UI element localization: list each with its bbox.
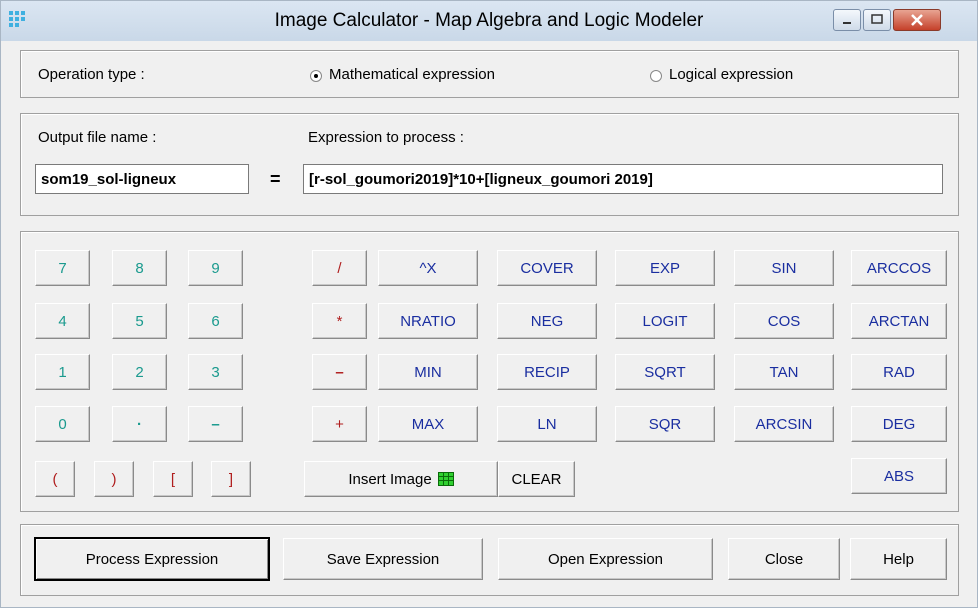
function-rad[interactable]: RAD bbox=[851, 354, 947, 390]
operator-subtract[interactable]: – bbox=[312, 354, 367, 390]
key-6[interactable]: 6 bbox=[188, 303, 243, 339]
function-deg[interactable]: DEG bbox=[851, 406, 947, 442]
operation-type-label: Operation type : bbox=[38, 66, 145, 83]
expression-label: Expression to process : bbox=[308, 129, 464, 146]
insert-image-button[interactable]: Insert Image bbox=[304, 461, 498, 497]
title-bar: Image Calculator - Map Algebra and Logic… bbox=[1, 1, 977, 41]
function-recip[interactable]: RECIP bbox=[497, 354, 597, 390]
logical-expression-radio[interactable] bbox=[650, 70, 662, 82]
equals-sign: = bbox=[270, 169, 281, 189]
function-sqr[interactable]: SQR bbox=[615, 406, 715, 442]
operator-multiply[interactable]: * bbox=[312, 303, 367, 339]
key-5[interactable]: 5 bbox=[112, 303, 167, 339]
save-expression-button[interactable]: Save Expression bbox=[283, 538, 483, 580]
function-neg[interactable]: NEG bbox=[497, 303, 597, 339]
key-4[interactable]: 4 bbox=[35, 303, 90, 339]
help-label: Help bbox=[883, 550, 914, 568]
close-icon bbox=[911, 14, 923, 26]
close-label: Close bbox=[764, 550, 804, 568]
key-close-bracket[interactable]: ] bbox=[211, 461, 251, 497]
open-expression-button[interactable]: Open Expression bbox=[498, 538, 713, 580]
function-abs[interactable]: ABS bbox=[851, 458, 947, 494]
function-arctan[interactable]: ARCTAN bbox=[851, 303, 947, 339]
key-0[interactable]: 0 bbox=[35, 406, 90, 442]
process-expression-button[interactable]: Process Expression bbox=[34, 537, 270, 581]
function-cos[interactable]: COS bbox=[734, 303, 834, 339]
expression-input[interactable]: [r-sol_goumori2019]*10+[ligneux_goumori … bbox=[303, 164, 943, 194]
key-1[interactable]: 1 bbox=[35, 354, 90, 390]
key-open-bracket[interactable]: [ bbox=[153, 461, 193, 497]
key-2[interactable]: 2 bbox=[112, 354, 167, 390]
open-expression-label: Open Expression bbox=[547, 550, 664, 568]
key-7[interactable]: 7 bbox=[35, 250, 90, 286]
function-logit[interactable]: LOGIT bbox=[615, 303, 715, 339]
minimize-icon bbox=[843, 22, 851, 24]
help-button[interactable]: Help bbox=[850, 538, 947, 580]
output-file-input[interactable]: som19_sol-ligneux bbox=[35, 164, 249, 194]
window-title: Image Calculator - Map Algebra and Logic… bbox=[274, 10, 704, 31]
function-exp[interactable]: EXP bbox=[615, 250, 715, 286]
key-decimal[interactable]: · bbox=[112, 406, 167, 442]
function-nratio[interactable]: NRATIO bbox=[378, 303, 478, 339]
maximize-button[interactable] bbox=[863, 9, 891, 31]
key-8[interactable]: 8 bbox=[112, 250, 167, 286]
key-open-paren[interactable]: ( bbox=[35, 461, 75, 497]
image-grid-icon bbox=[437, 472, 454, 486]
key-9[interactable]: 9 bbox=[188, 250, 243, 286]
minimize-button[interactable] bbox=[833, 9, 861, 31]
function-min[interactable]: MIN bbox=[378, 354, 478, 390]
operator-divide[interactable]: / bbox=[312, 250, 367, 286]
function-tan[interactable]: TAN bbox=[734, 354, 834, 390]
save-expression-label: Save Expression bbox=[326, 550, 440, 568]
function-max[interactable]: MAX bbox=[378, 406, 478, 442]
function-cover[interactable]: COVER bbox=[497, 250, 597, 286]
operator-add[interactable]: + bbox=[312, 406, 367, 442]
action-bar: Process Expression Save Expression Open … bbox=[20, 524, 959, 596]
math-expression-radio[interactable] bbox=[310, 70, 322, 82]
function-arcsin[interactable]: ARCSIN bbox=[734, 406, 834, 442]
logical-expression-label[interactable]: Logical expression bbox=[669, 66, 793, 83]
image-calculator-window: Image Calculator - Map Algebra and Logic… bbox=[0, 0, 978, 608]
function-ln[interactable]: LN bbox=[497, 406, 597, 442]
function-sin[interactable]: SIN bbox=[734, 250, 834, 286]
close-window-button[interactable] bbox=[893, 9, 941, 31]
operation-type-panel: Operation type : Mathematical expression… bbox=[20, 50, 959, 98]
key-negative[interactable]: – bbox=[188, 406, 243, 442]
maximize-icon bbox=[871, 14, 883, 24]
close-button[interactable]: Close bbox=[728, 538, 840, 580]
expression-panel: Output file name : Expression to process… bbox=[20, 113, 959, 216]
function-sqrt[interactable]: SQRT bbox=[615, 354, 715, 390]
function-power[interactable]: ^X bbox=[378, 250, 478, 286]
key-3[interactable]: 3 bbox=[188, 354, 243, 390]
calculator-panel: 7 8 9 4 5 6 1 2 3 0 · – ( ) [ ] / * – + … bbox=[20, 231, 959, 512]
insert-image-label: Insert Image bbox=[348, 470, 432, 488]
math-expression-label[interactable]: Mathematical expression bbox=[329, 66, 495, 83]
clear-button[interactable]: CLEAR bbox=[498, 461, 575, 497]
process-expression-label: Process Expression bbox=[85, 550, 219, 568]
key-close-paren[interactable]: ) bbox=[94, 461, 134, 497]
function-arccos[interactable]: ARCCOS bbox=[851, 250, 947, 286]
output-file-label: Output file name : bbox=[38, 129, 157, 146]
